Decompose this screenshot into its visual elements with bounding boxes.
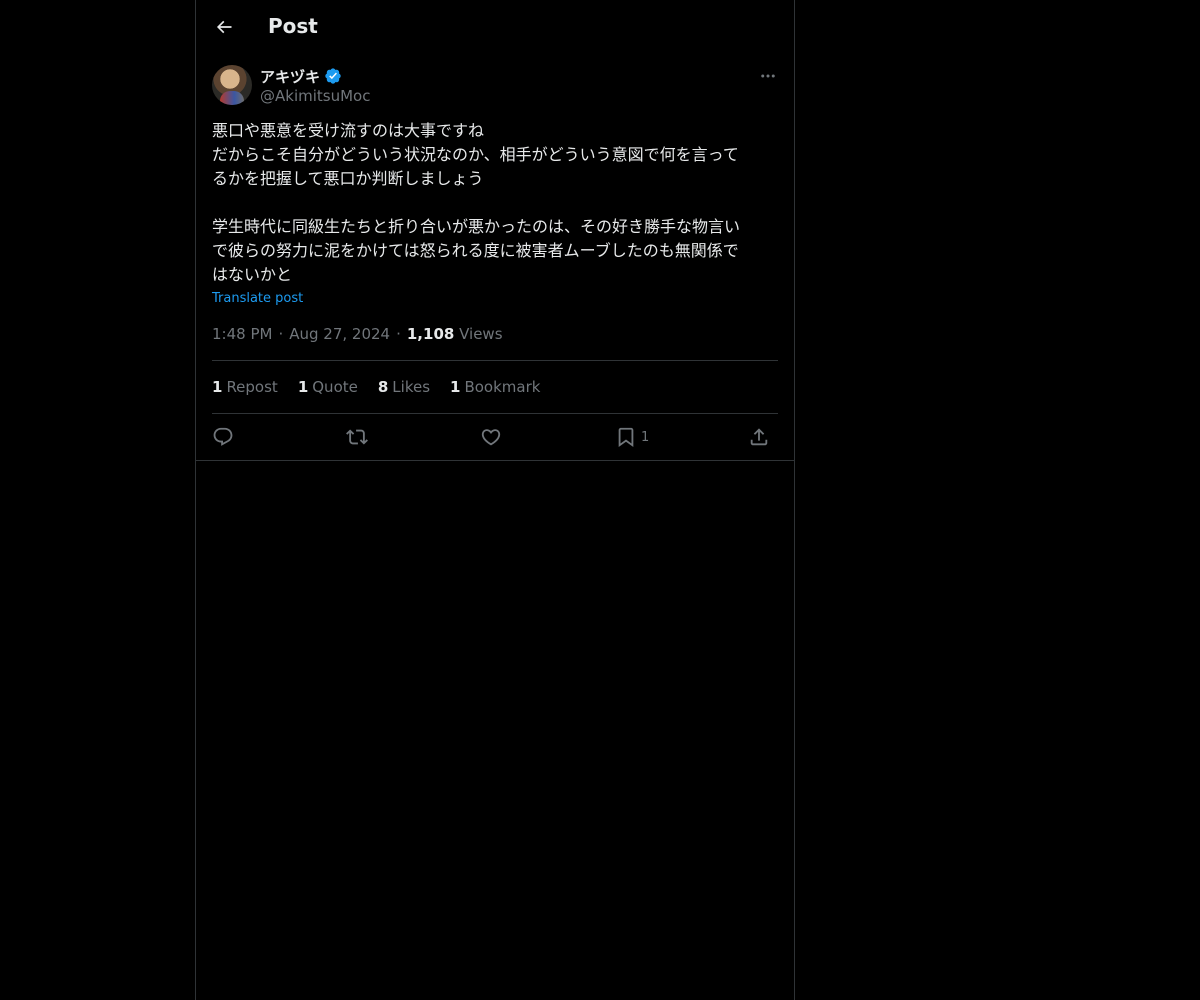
- views-count: 1,108: [406, 325, 455, 343]
- repost-label: Repost: [226, 378, 278, 396]
- bookmark-action-count: 1: [641, 429, 650, 445]
- tweet-text-line: だからこそ自分がどういう状況なのか、相手がどういう意図で何を言って: [212, 145, 739, 164]
- likes-count: 8: [377, 378, 389, 396]
- reply-button[interactable]: [212, 425, 234, 449]
- tweet-text-line: で彼らの努力に泥をかけては怒られる度に被害者ムーブしたのも無関係で: [212, 241, 739, 260]
- quote-count: 1: [297, 378, 309, 396]
- tweet-text-line: [212, 191, 778, 215]
- avatar[interactable]: [212, 65, 252, 105]
- author-name-row: アキヅキ: [260, 66, 342, 86]
- meta-separator: ·: [396, 325, 401, 343]
- tweet-text-line: 学生時代に同級生たちと折り合いが悪かったのは、その好き勝手な物言い: [212, 217, 741, 236]
- likes-stat[interactable]: 8 Likes: [378, 378, 430, 396]
- tweet-detail: アキヅキ @AkimitsuMoc 悪口や悪意を受け流すのは大事ですね だからこ…: [196, 54, 794, 461]
- share-button[interactable]: [748, 425, 770, 449]
- author-handle[interactable]: @AkimitsuMoc: [260, 87, 370, 105]
- tweet-actions: 1: [212, 425, 778, 449]
- more-dots-icon: [759, 67, 777, 85]
- tweet-text: 悪口や悪意を受け流すのは大事ですね だからこそ自分がどういう状況なのか、相手がど…: [212, 119, 778, 287]
- bookmark-icon: [615, 426, 637, 448]
- likes-label: Likes: [392, 378, 431, 396]
- bookmark-button[interactable]: 1: [615, 425, 649, 449]
- bookmark-count: 1: [450, 378, 461, 396]
- tweet-date[interactable]: Aug 27, 2024: [289, 325, 390, 343]
- meta-separator: ·: [278, 325, 284, 343]
- heart-icon: [480, 426, 502, 448]
- like-button[interactable]: [480, 425, 502, 449]
- tweet-stats: 1 Repost 1 Quote 8 Likes 1 Bookmark: [212, 378, 540, 396]
- repost-button[interactable]: [346, 425, 368, 449]
- tweet-text-line: るかを把握して悪口か判断しましょう: [212, 169, 484, 188]
- views[interactable]: 1,108 Views: [407, 325, 503, 343]
- author-display-name[interactable]: アキヅキ: [260, 66, 320, 87]
- quote-label: Quote: [312, 378, 358, 396]
- divider: [212, 360, 778, 361]
- tweet-text-line: 悪口や悪意を受け流すのは大事ですね: [212, 121, 485, 140]
- back-button[interactable]: [208, 11, 240, 43]
- arrow-left-icon: [214, 17, 234, 37]
- bookmark-label: Bookmark: [464, 378, 541, 396]
- tweet-meta: 1:48 PM · Aug 27, 2024 · 1,108 Views: [212, 325, 503, 343]
- verified-badge-icon: [324, 67, 342, 85]
- quote-stat[interactable]: 1 Quote: [298, 378, 358, 396]
- reply-icon: [212, 426, 234, 448]
- divider: [212, 413, 778, 414]
- bookmark-stat[interactable]: 1 Bookmark: [450, 378, 540, 396]
- repost-count: 1: [212, 378, 223, 396]
- tweet-text-line: はないかと: [212, 265, 293, 284]
- tweet-time[interactable]: 1:48 PM: [212, 325, 272, 343]
- repost-icon: [346, 426, 368, 448]
- share-icon: [748, 426, 770, 448]
- translate-post-link[interactable]: Translate post: [212, 291, 303, 306]
- page-header: Post: [196, 0, 794, 54]
- more-options-button[interactable]: [756, 64, 780, 88]
- main-column: Post アキヅキ @AkimitsuMoc 悪口や悪意を受け流すのは大事ですね…: [195, 0, 795, 1000]
- page-title: Post: [268, 14, 318, 38]
- repost-stat[interactable]: 1 Repost: [212, 378, 278, 396]
- views-label: Views: [459, 325, 503, 343]
